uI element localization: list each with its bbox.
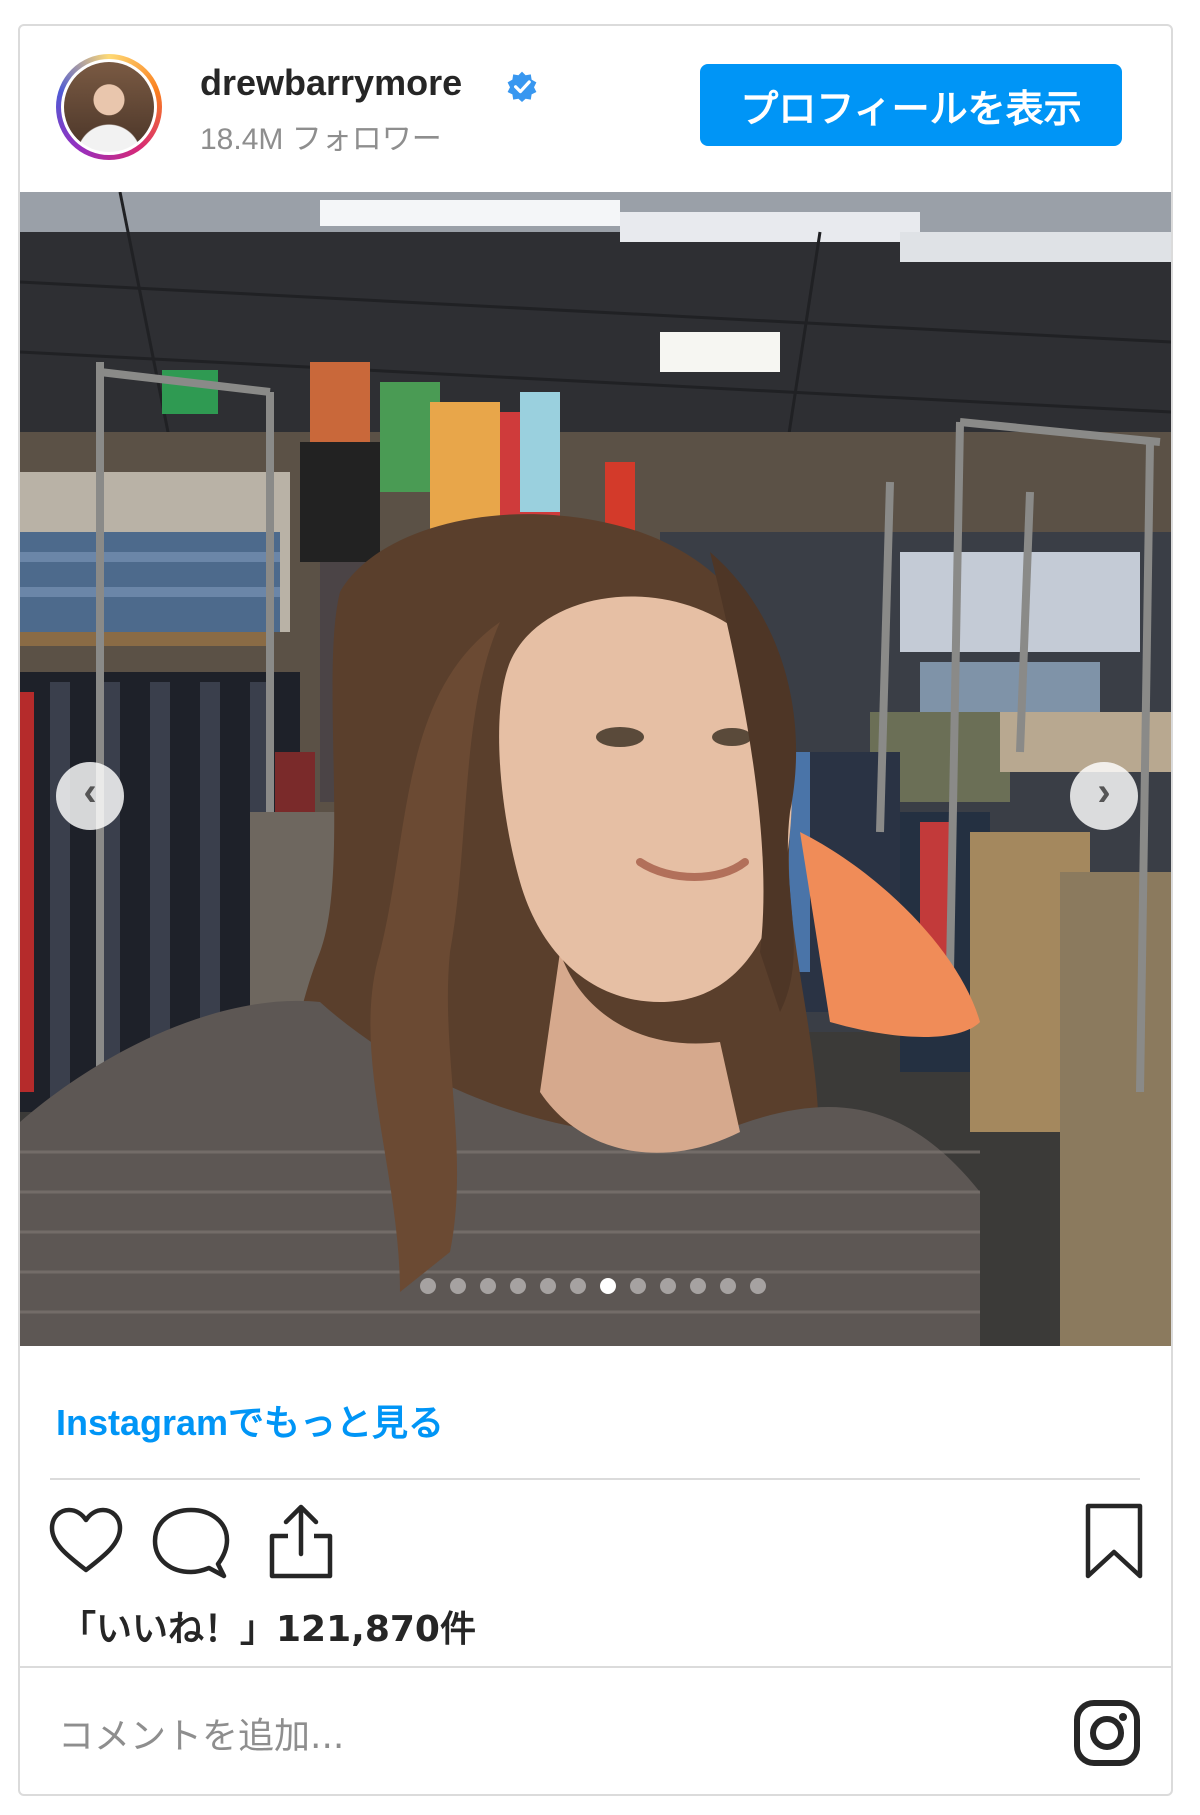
follower-count: 18.4M フォロワー (200, 123, 442, 156)
carousel-dot (720, 1278, 736, 1294)
carousel-dot (600, 1278, 616, 1294)
comment-input[interactable] (56, 1710, 960, 1762)
comment-bar (20, 1666, 1171, 1798)
avatar-image (64, 62, 154, 152)
avatar[interactable] (56, 54, 162, 160)
chevron-right-icon: › (1097, 770, 1111, 814)
carousel-prev-button[interactable]: ‹ (56, 762, 124, 830)
carousel-dot (420, 1278, 436, 1294)
carousel-dot (630, 1278, 646, 1294)
carousel-dot (510, 1278, 526, 1294)
carousel-next-button[interactable]: › (1070, 762, 1138, 830)
more-on-instagram-link[interactable]: Instagramでもっと見る (56, 1394, 444, 1446)
carousel-dot (660, 1278, 676, 1294)
carousel-dot (540, 1278, 556, 1294)
like-count[interactable]: 「いいね！」121,870件 (60, 1600, 476, 1652)
view-profile-button[interactable]: プロフィールを表示 (700, 64, 1122, 146)
post-photo[interactable]: ‹ › (20, 192, 1171, 1346)
divider (50, 1478, 1140, 1480)
heart-icon[interactable] (48, 1506, 124, 1576)
verified-badge-icon (507, 71, 537, 102)
carousel-dot (690, 1278, 706, 1294)
instagram-icon[interactable] (1072, 1698, 1142, 1768)
carousel-dot (750, 1278, 766, 1294)
username[interactable]: drewbarrymore (200, 62, 462, 104)
share-icon[interactable] (266, 1502, 336, 1582)
post-header: drewbarrymore 18.4M フォロワー プロフィールを表示 (20, 26, 1171, 190)
carousel-indicator (420, 1274, 820, 1298)
carousel-dot (480, 1278, 496, 1294)
avatar-frame (61, 59, 157, 155)
instagram-embed-card: drewbarrymore 18.4M フォロワー プロフィールを表示 ‹ › … (18, 24, 1173, 1796)
chevron-left-icon: ‹ (83, 770, 97, 814)
carousel-dot (570, 1278, 586, 1294)
photo-illustration (20, 192, 1171, 1346)
bookmark-icon[interactable] (1082, 1502, 1146, 1580)
comment-icon[interactable] (152, 1506, 230, 1582)
carousel-dot (450, 1278, 466, 1294)
